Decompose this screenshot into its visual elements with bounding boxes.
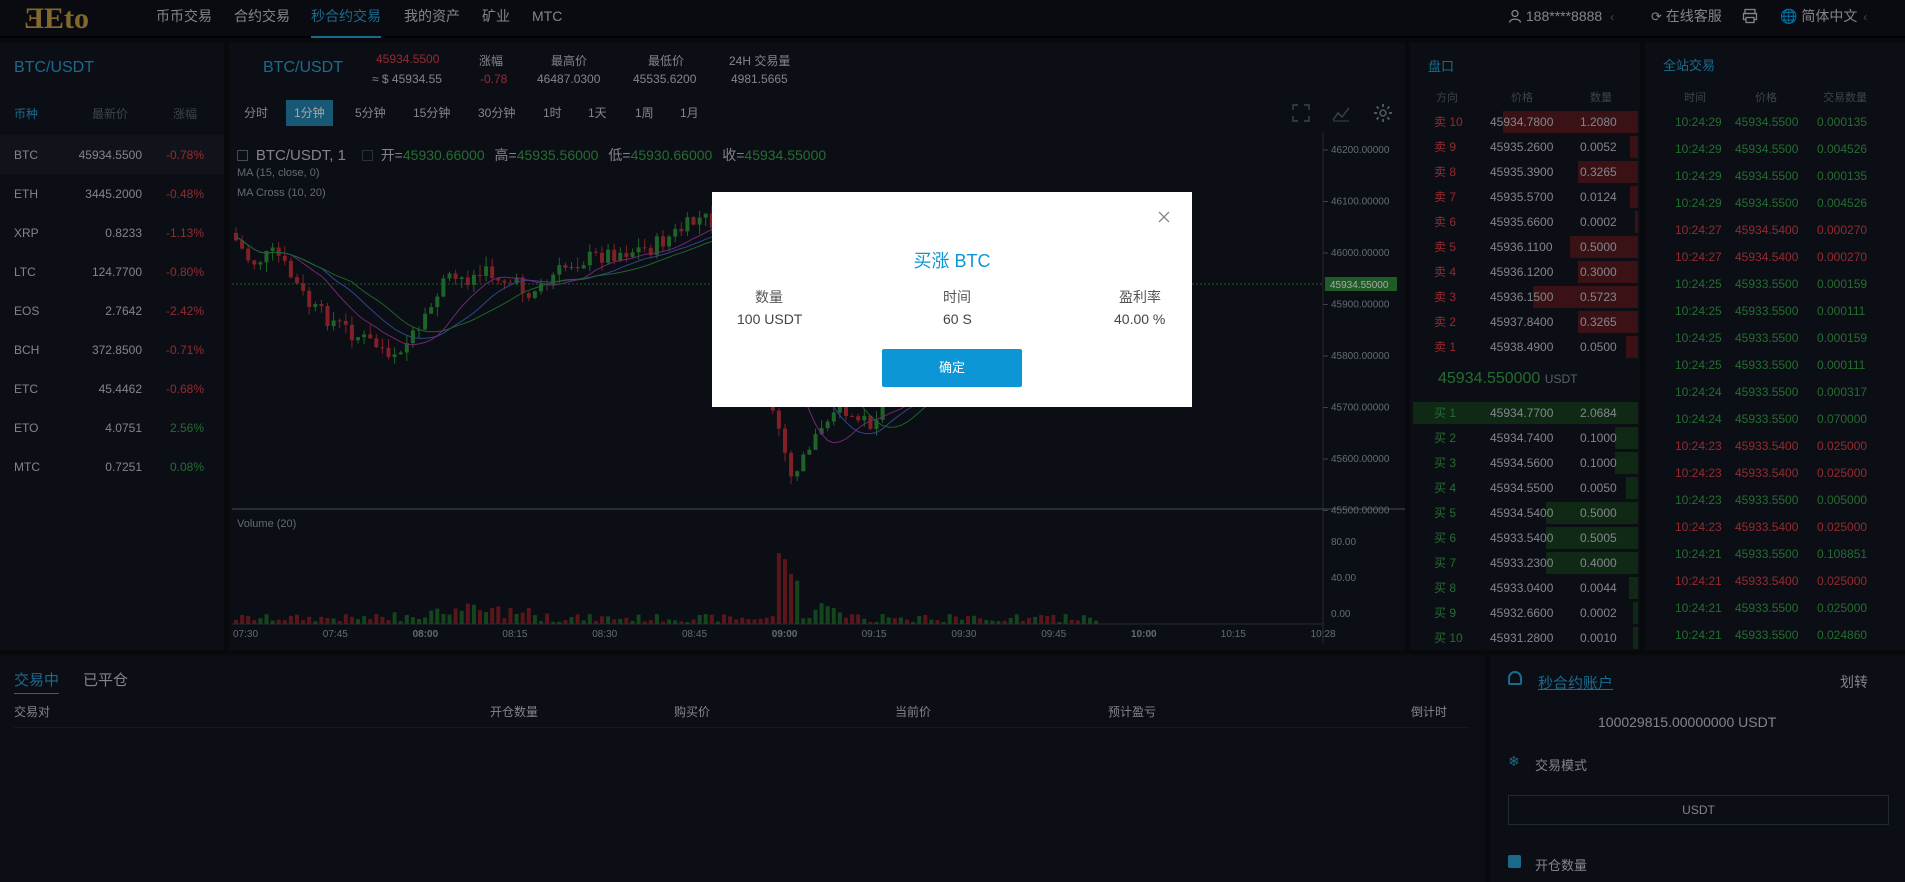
confirm-button[interactable]: 确定 (882, 349, 1022, 387)
close-icon[interactable] (1157, 210, 1171, 224)
confirm-dialog: 买涨 BTC 数量 100 USDT 时间 60 S 盈利率 40.00 % 确… (712, 192, 1192, 407)
modal-backdrop[interactable] (0, 0, 1905, 882)
dialog-rate-label: 盈利率 (1119, 289, 1161, 305)
dialog-title: 买涨 BTC (913, 251, 991, 271)
dialog-qty-label: 数量 (755, 289, 783, 305)
dialog-qty-value: 100 USDT (737, 311, 803, 327)
dialog-time-label: 时间 (943, 289, 971, 305)
dialog-rate-value: 40.00 % (1114, 311, 1166, 327)
dialog-time-value: 60 S (943, 311, 972, 327)
